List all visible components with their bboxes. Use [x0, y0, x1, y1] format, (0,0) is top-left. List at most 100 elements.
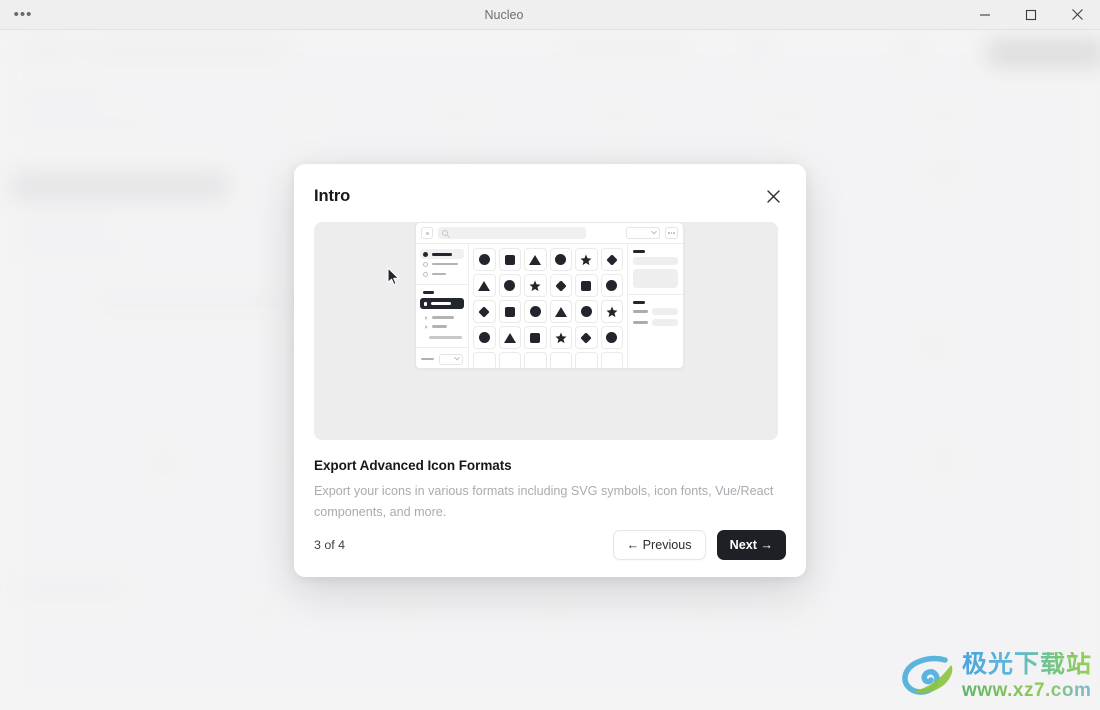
circle-icon — [606, 332, 618, 343]
icon-cell — [600, 300, 623, 323]
circle-icon — [580, 306, 592, 317]
icon-cell — [600, 326, 623, 349]
footer-buttons: ← Previous Next → — [612, 530, 786, 560]
list-item — [420, 313, 464, 322]
mock-toolbar — [416, 223, 683, 244]
icon-cell — [473, 248, 496, 271]
icon-cell — [524, 300, 547, 323]
icon-cell — [575, 274, 598, 297]
window-titlebar: ••• Nucleo — [0, 0, 1100, 30]
add-icon — [421, 227, 433, 239]
square-icon — [504, 306, 515, 317]
star-icon — [529, 280, 541, 292]
list-item — [633, 308, 678, 315]
icon-cell — [549, 326, 572, 349]
circle-icon — [606, 280, 618, 291]
window-controls — [962, 0, 1100, 30]
watermark-title: 极光下载站 — [961, 650, 1092, 678]
icon-cell — [473, 274, 496, 297]
square-icon — [581, 280, 592, 291]
mock-tree-list — [416, 285, 468, 348]
list-item — [633, 319, 678, 326]
list-item-selected — [420, 298, 464, 309]
triangle-icon — [554, 306, 567, 317]
diamond-icon — [555, 279, 567, 292]
circle-icon — [555, 254, 567, 265]
search-icon — [442, 230, 448, 236]
more-options-icon — [665, 227, 678, 239]
star-icon — [555, 332, 567, 344]
icon-cell — [549, 300, 572, 323]
radio-icon — [423, 261, 428, 267]
mock-section-label — [633, 250, 645, 253]
icon-cell — [498, 248, 521, 271]
minimize-icon[interactable] — [962, 0, 1008, 30]
icon-cell — [473, 326, 496, 349]
circle-icon — [504, 280, 516, 291]
icon-cell — [524, 248, 547, 271]
list-item — [420, 249, 464, 259]
app-preview-illustration — [314, 222, 778, 440]
icon-cell — [524, 274, 547, 297]
list-item — [420, 259, 464, 269]
icon-cell — [600, 274, 623, 297]
chevron-down-icon — [454, 354, 460, 361]
mock-radio-list — [416, 244, 468, 285]
folder-icon — [424, 301, 427, 306]
icon-cell — [473, 352, 496, 368]
icon-cell — [498, 274, 521, 297]
icon-cell — [549, 248, 572, 271]
modal-header: Intro — [314, 164, 786, 222]
radio-icon — [423, 271, 428, 277]
circle-icon — [478, 254, 490, 265]
triangle-icon — [529, 254, 542, 265]
diamond-icon — [606, 253, 618, 266]
mock-body — [416, 244, 683, 368]
square-icon — [530, 332, 541, 343]
icon-cell — [575, 248, 598, 271]
icon-cell — [575, 300, 598, 323]
triangle-icon — [503, 332, 516, 343]
icon-cell — [600, 352, 623, 368]
mock-right-sidebar — [627, 244, 683, 368]
slide-heading: Export Advanced Icon Formats — [314, 458, 512, 473]
mock-section-label — [633, 301, 645, 304]
icon-cell — [498, 300, 521, 323]
intro-modal: Intro Export Advanced Icon Formats Expor… — [294, 164, 806, 577]
previous-button[interactable]: ← Previous — [612, 530, 706, 560]
next-button[interactable]: Next → — [716, 530, 786, 560]
modal-footer: 3 of 4 ← Previous Next → — [314, 528, 786, 562]
icon-cell — [473, 300, 496, 323]
window-title: Nucleo — [484, 7, 524, 22]
watermark-text: 极光下载站 www.xz7.com — [961, 650, 1092, 701]
chevron-right-icon — [425, 324, 428, 329]
ellipsis-icon[interactable]: ••• — [0, 0, 46, 30]
mock-properties-section — [628, 295, 683, 368]
mock-app-window — [415, 222, 684, 369]
circle-icon — [478, 332, 490, 343]
icon-cell — [524, 326, 547, 349]
mock-icon-grid — [469, 244, 627, 368]
close-icon[interactable] — [760, 183, 786, 209]
modal-copy: Export Advanced Icon Formats Export your… — [314, 440, 786, 522]
icon-cell — [575, 352, 598, 368]
icon-cell — [575, 326, 598, 349]
page-title: Intro — [314, 186, 351, 205]
chevron-right-icon — [425, 315, 428, 320]
close-icon[interactable] — [1054, 0, 1100, 30]
icon-cell — [498, 352, 521, 368]
mock-divider-bar — [429, 336, 462, 339]
square-icon — [504, 254, 515, 265]
icon-cell — [600, 248, 623, 271]
star-icon — [580, 254, 592, 266]
application-window: ••• Nucleo Intro Export Advanced Icon Fo… — [0, 0, 1100, 710]
circle-icon — [529, 306, 541, 317]
list-item — [420, 322, 464, 331]
mock-section-label — [423, 291, 434, 294]
icon-cell — [498, 326, 521, 349]
triangle-icon — [478, 280, 491, 291]
icon-cell — [524, 352, 547, 368]
icon-cell — [549, 352, 572, 368]
maximize-icon[interactable] — [1008, 0, 1054, 30]
chevron-down-icon — [651, 228, 657, 235]
